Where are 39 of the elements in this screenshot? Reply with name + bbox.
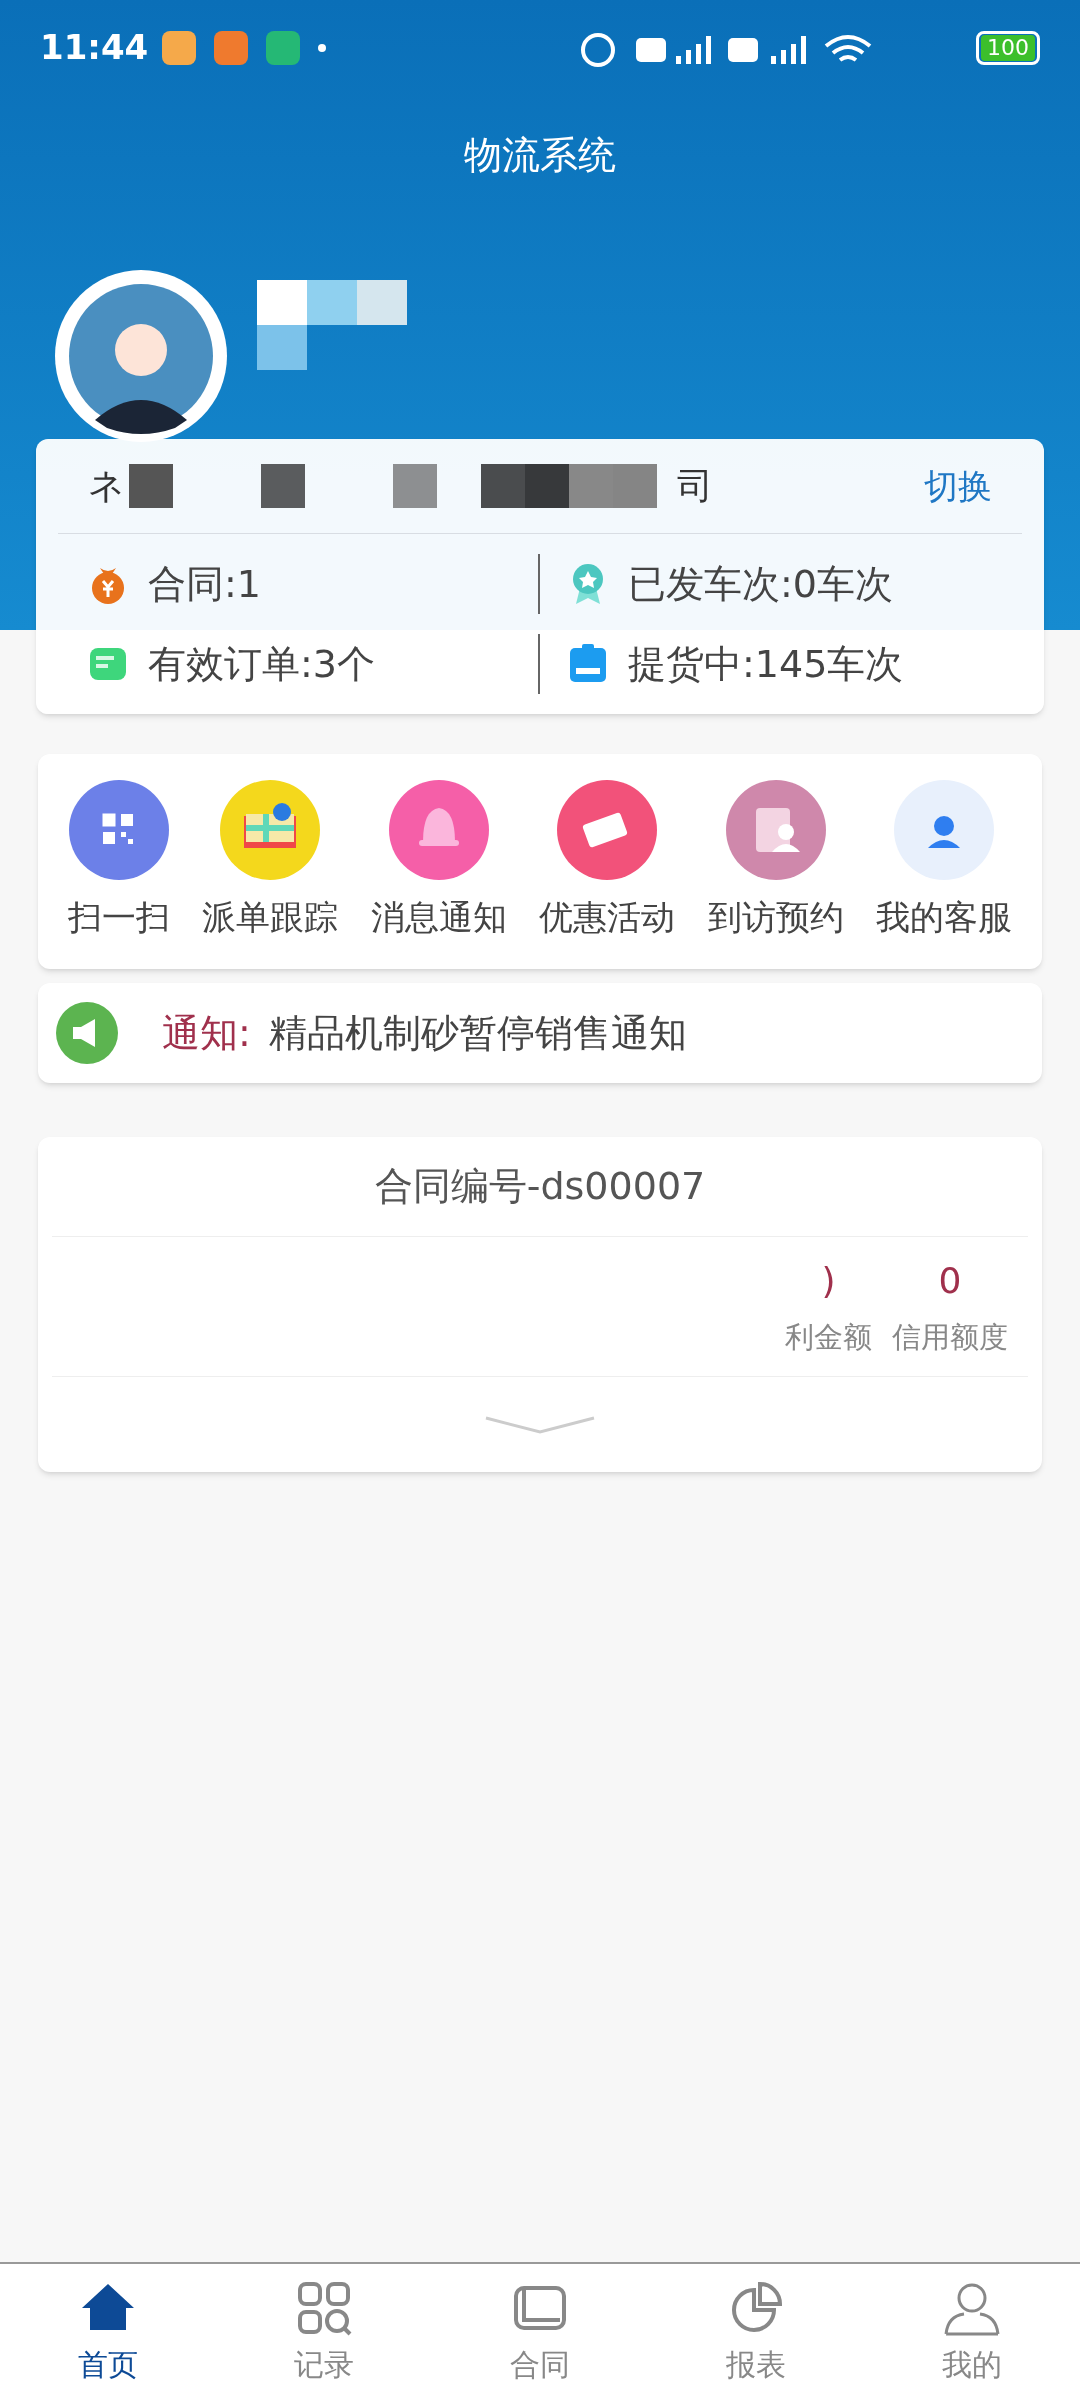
headset-person-icon <box>893 780 994 880</box>
stat-text: 有效订单:3个 <box>148 640 375 688</box>
shortcut-button[interactable]: 派单跟踪 <box>202 780 339 969</box>
stat-text: 提货中:145车次 <box>628 640 904 688</box>
qr-code-icon <box>69 780 169 880</box>
stat-text: 已发车次:0车次 <box>628 560 893 608</box>
switch-link[interactable]: 切换 <box>924 460 992 512</box>
shield-app-icon <box>266 30 301 65</box>
tab-bar-item[interactable]: 记录 <box>216 2264 432 2400</box>
shortcut-button[interactable]: 到访预约 <box>707 780 844 969</box>
tab-bar-item[interactable]: 报表 <box>648 2264 864 2400</box>
notice-label: 通知: <box>162 1009 251 1057</box>
amount-value: ) <box>821 1258 836 1303</box>
company-name-start: ネ <box>88 464 125 508</box>
bell-icon <box>388 780 489 880</box>
ticket-icon <box>557 780 658 880</box>
amount-label: 利金额 <box>785 1318 872 1356</box>
chevron-down-icon[interactable] <box>484 1414 596 1435</box>
shortcut-button[interactable]: 优惠活动 <box>539 780 676 969</box>
map-pin-icon <box>220 780 321 880</box>
amount-label: 信用额度 <box>892 1318 1008 1356</box>
megaphone-icon <box>56 1002 118 1064</box>
contact-card-icon <box>725 780 826 880</box>
browser-app-icon <box>214 30 249 65</box>
tab-bar-item[interactable]: 我的 <box>864 2264 1080 2400</box>
stat-text: 合同:1 <box>148 560 261 608</box>
tab-bar-item[interactable]: 合同 <box>432 2264 648 2400</box>
notice-text[interactable]: 精品机制砂暂停销售通知 <box>268 1004 687 1062</box>
shortcut-button[interactable]: 扫一扫 <box>68 780 170 969</box>
company-name-end: 司 <box>677 464 713 508</box>
tab-bar-item[interactable]: 首页 <box>0 2264 216 2400</box>
amount-value: 0 <box>938 1258 962 1303</box>
gallery-app-icon <box>162 30 197 65</box>
contract-number: 合同编号-ds00007 <box>374 1163 706 1210</box>
page-title: 物流系统 <box>464 131 616 179</box>
battery-indicator: 100 <box>976 30 1040 65</box>
status-time: 11:44 <box>40 26 149 69</box>
shortcut-button[interactable]: 我的客服 <box>875 780 1012 969</box>
shortcut-button[interactable]: 消息通知 <box>370 780 507 969</box>
